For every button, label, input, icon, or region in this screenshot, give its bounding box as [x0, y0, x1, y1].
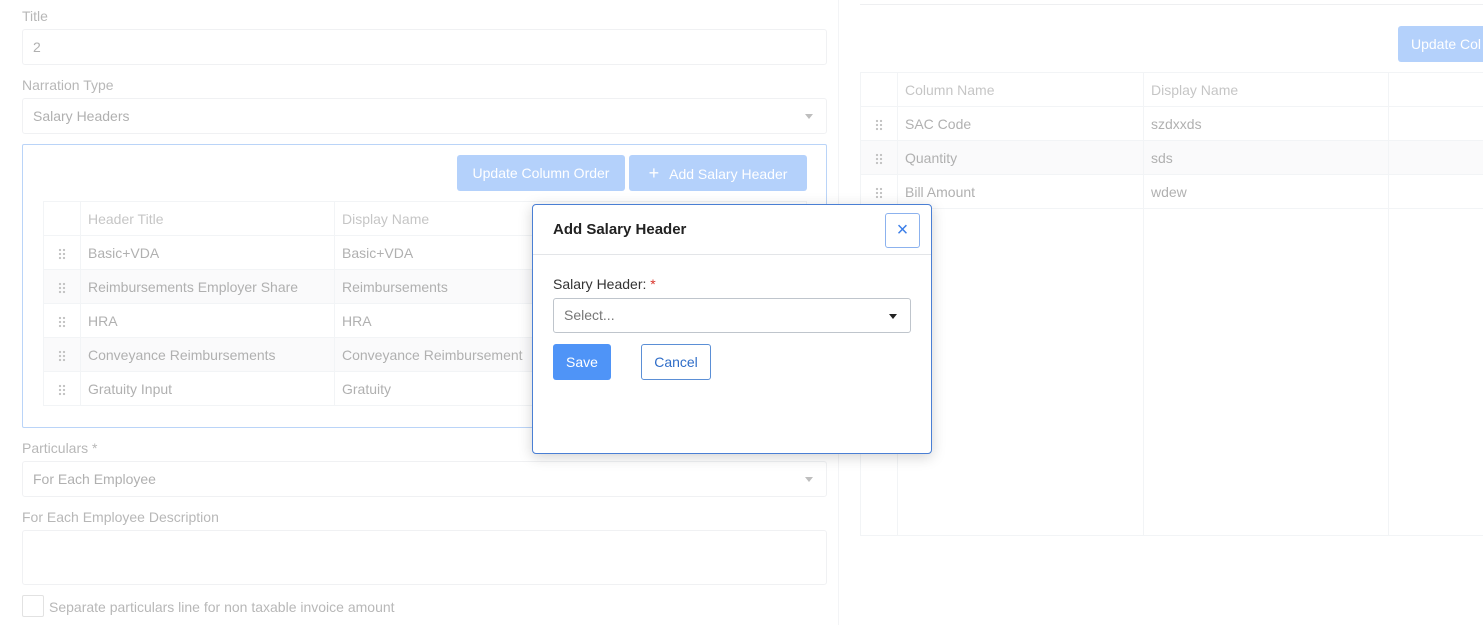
add-salary-header-button[interactable]: + Add Salary Header — [629, 155, 807, 191]
display-name-cell: szdxxds — [1143, 106, 1389, 141]
header-title-cell: HRA — [80, 303, 335, 338]
column-header-extra — [1388, 72, 1483, 107]
display-name-cell: wdew — [1143, 174, 1389, 209]
drag-handle-icon[interactable] — [860, 140, 898, 175]
drag-handle-icon[interactable] — [43, 371, 81, 406]
drag-handle-icon[interactable] — [43, 337, 81, 372]
extra-cell — [1388, 106, 1483, 141]
header-title-cell: Gratuity Input — [80, 371, 335, 406]
column-header-title: Header Title — [80, 201, 335, 236]
column-header-column-name: Column Name — [897, 72, 1144, 107]
drag-column-header — [43, 201, 81, 236]
columns-table: Column Name Display Name SAC Code szdxxd… — [860, 72, 1483, 536]
caret-down-icon — [805, 477, 813, 482]
divider — [860, 4, 1483, 5]
drag-handle-icon[interactable] — [43, 303, 81, 338]
close-icon[interactable]: × — [885, 213, 920, 248]
salary-header-placeholder: Select... — [564, 307, 615, 323]
column-name-cell: SAC Code — [897, 106, 1144, 141]
narration-type-label: Narration Type — [22, 77, 114, 93]
add-salary-header-modal: Add Salary Header × Salary Header: * Sel… — [532, 204, 932, 454]
particulars-label: Particulars * — [22, 440, 98, 456]
table-row[interactable]: Bill Amount wdew — [860, 174, 1483, 209]
salary-header-label: Salary Header: * — [553, 276, 656, 292]
narration-type-value: Salary Headers — [33, 108, 130, 124]
cancel-button[interactable]: Cancel — [641, 344, 711, 380]
modal-header: Add Salary Header × — [533, 205, 931, 255]
drag-handle-icon[interactable] — [860, 106, 898, 141]
extra-cell — [1388, 174, 1483, 209]
column-header-display-name: Display Name — [1143, 72, 1389, 107]
particulars-value: For Each Employee — [33, 471, 156, 487]
caret-down-icon — [889, 314, 897, 319]
display-name-cell: sds — [1143, 140, 1389, 175]
title-input[interactable]: 2 — [22, 29, 827, 65]
add-salary-header-label: Add Salary Header — [669, 166, 788, 182]
salary-header-label-text: Salary Header: — [553, 276, 647, 292]
right-columns-pane: Update Col Column Name Display Name SAC … — [840, 0, 1483, 625]
narration-type-select[interactable]: Salary Headers — [22, 98, 827, 134]
required-mark: * — [650, 276, 656, 292]
header-title-cell: Conveyance Reimbursements — [80, 337, 335, 372]
update-column-order-button[interactable]: Update Column Order — [457, 155, 625, 191]
title-label: Title — [22, 8, 48, 24]
extra-cell — [1388, 140, 1483, 175]
column-name-cell: Bill Amount — [897, 174, 1144, 209]
particulars-select[interactable]: For Each Employee — [22, 461, 827, 497]
plus-icon: + — [648, 163, 660, 183]
non-taxable-checkbox-label: Separate particulars line for non taxabl… — [49, 599, 395, 615]
drag-column-header — [860, 72, 898, 107]
drag-handle-icon[interactable] — [43, 235, 81, 270]
description-label: For Each Employee Description — [22, 509, 219, 525]
header-title-cell: Basic+VDA — [80, 235, 335, 270]
non-taxable-checkbox[interactable] — [22, 595, 44, 617]
caret-down-icon — [805, 114, 813, 119]
drag-handle-icon[interactable] — [43, 269, 81, 304]
salary-header-select[interactable]: Select... — [553, 298, 911, 333]
table-row[interactable]: SAC Code szdxxds — [860, 106, 1483, 141]
update-column-order-button[interactable]: Update Col — [1398, 26, 1483, 62]
column-name-cell: Quantity — [897, 140, 1144, 175]
header-title-cell: Reimbursements Employer Share — [80, 269, 335, 304]
table-empty-area — [860, 208, 1483, 536]
modal-title: Add Salary Header — [553, 221, 687, 238]
table-row[interactable]: Quantity sds — [860, 140, 1483, 175]
save-button[interactable]: Save — [553, 344, 611, 380]
description-textarea[interactable] — [22, 530, 827, 585]
